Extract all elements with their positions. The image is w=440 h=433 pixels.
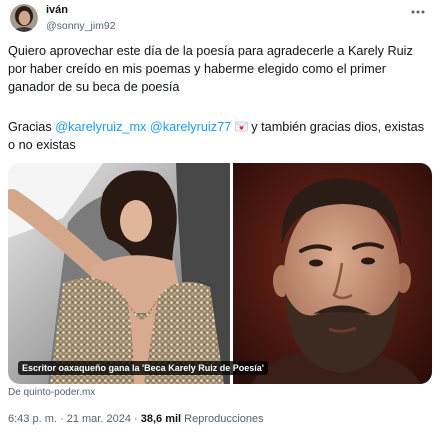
more-horizontal-icon xyxy=(411,10,425,14)
tweet-text-line: Gracias @karelyruiz_mx @karelyruiz77 y t… xyxy=(8,118,424,136)
man-left-eye xyxy=(309,259,323,267)
article-image-left xyxy=(8,163,230,384)
tweet-text-line: por haber creído en mis poemas y haberme… xyxy=(8,62,386,76)
views-count[interactable]: 38,6 mil xyxy=(141,413,181,425)
more-options-button[interactable] xyxy=(410,6,426,18)
views-label: Reproducciones xyxy=(184,413,264,425)
mention-link[interactable]: @karelyruiz77 xyxy=(150,120,231,134)
image-caption: Escritor oaxaqueño gana la 'Beca Karely … xyxy=(18,361,268,375)
separator-dot: · xyxy=(59,413,64,425)
avatar[interactable] xyxy=(10,4,38,32)
man-right-eye xyxy=(361,257,375,265)
thanks-text: Gracias xyxy=(8,120,52,134)
woman-face xyxy=(120,200,152,242)
article-image-right xyxy=(233,163,432,384)
mention-link[interactable]: @karelyruiz_mx xyxy=(55,120,146,134)
card-source-link[interactable]: De quinto-poder.mx xyxy=(8,387,95,399)
love-letter-emoji-icon xyxy=(234,121,248,132)
author-handle[interactable]: @sonny_jim92 xyxy=(46,20,116,33)
link-card[interactable]: Escritor oaxaqueño gana la 'Beca Karely … xyxy=(8,163,432,384)
avatar-photo xyxy=(10,4,38,32)
tweet-metadata: 6:43 p. m. · 21 mar. 2024 · 38,6 mil Rep… xyxy=(8,412,264,426)
tweet-text-line: o no existas xyxy=(8,138,76,152)
tweet-date[interactable]: 21 mar. 2024 xyxy=(67,413,131,425)
thanks-text-continued: y también gracias dios, existas xyxy=(251,120,425,134)
author-name[interactable]: iván xyxy=(46,3,68,17)
tweet-text-line: ganador de su beca de poesía xyxy=(8,80,180,94)
tweet-time[interactable]: 6:43 p. m. xyxy=(8,413,57,425)
tweet-text-line: Quiero aprovechar este día de la poesía … xyxy=(8,44,413,58)
tweet: iván @sonny_jim92 Quiero aprovechar este… xyxy=(0,0,440,433)
separator-dot: · xyxy=(134,413,138,425)
